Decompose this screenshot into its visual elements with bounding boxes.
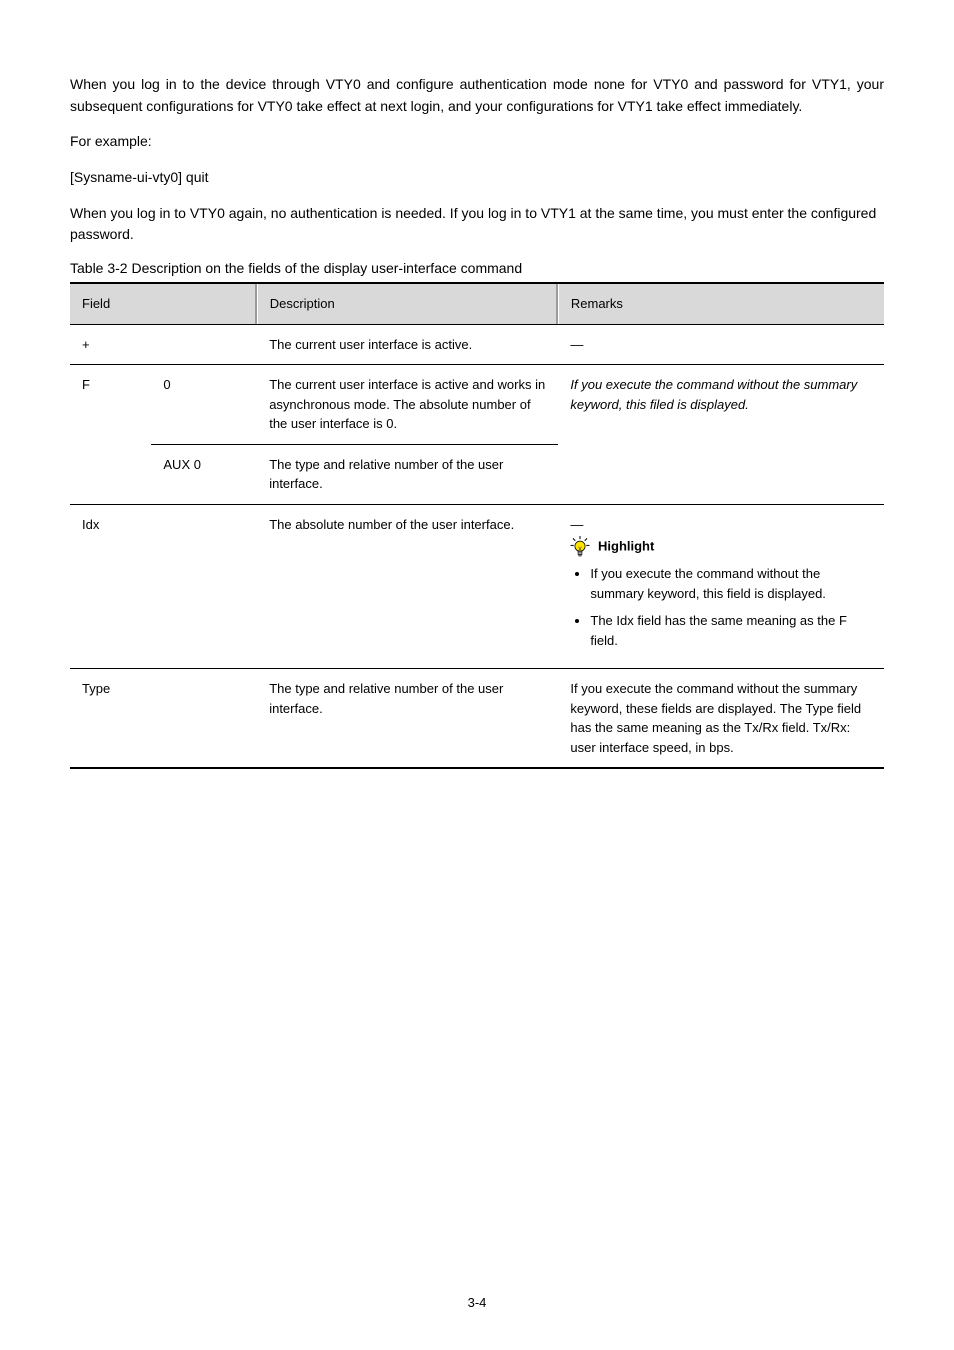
- cell-field: +: [70, 324, 257, 365]
- th-description: Description: [257, 283, 558, 324]
- table-row: Idx The absolute number of the user inte…: [70, 504, 884, 669]
- remarks-dash: —: [570, 515, 874, 535]
- highlight-label: Highlight: [598, 539, 654, 554]
- table-head: Field Description Remarks: [70, 283, 884, 324]
- lightbulb-icon: [570, 536, 590, 558]
- intro-paragraph: When you log in to the device through VT…: [70, 74, 884, 117]
- intro-paragraph-2: When you log in to VTY0 again, no authen…: [70, 203, 884, 246]
- table-row: F 0 The current user interface is active…: [70, 365, 884, 445]
- cell-field: Type: [70, 669, 257, 769]
- th-remarks: Remarks: [558, 283, 884, 324]
- remarks-text: If you execute the command without the s…: [570, 377, 857, 412]
- example-command-line: [Sysname-ui-vty0] quit: [70, 167, 884, 189]
- cell-remarks: —: [558, 504, 884, 669]
- table-header-row: Field Description Remarks: [70, 283, 884, 324]
- cell-remarks: If you execute the command without the s…: [558, 669, 884, 769]
- spec-table: Field Description Remarks + The current …: [70, 282, 884, 769]
- highlight-list: If you execute the command without the s…: [570, 564, 874, 650]
- cell-field: Idx: [70, 504, 257, 669]
- cell-description: The current user interface is active and…: [257, 365, 558, 445]
- table-body: + The current user interface is active. …: [70, 324, 884, 768]
- cell-field-a: F: [70, 365, 151, 505]
- table-caption: Table 3-2 Description on the fields of t…: [70, 260, 884, 276]
- cell-remarks: —: [558, 324, 884, 365]
- cell-field-b: 0: [151, 365, 257, 445]
- cell-remarks: If you execute the command without the s…: [558, 365, 884, 505]
- cell-description: The type and relative number of the user…: [257, 669, 558, 769]
- page: When you log in to the device through VT…: [0, 0, 954, 1350]
- list-item: The Idx field has the same meaning as th…: [590, 611, 874, 650]
- cell-description: The type and relative number of the user…: [257, 444, 558, 504]
- page-number: 3-4: [0, 1295, 954, 1310]
- table-row: + The current user interface is active. …: [70, 324, 884, 365]
- cell-field-b: AUX 0: [151, 444, 257, 504]
- list-item: If you execute the command without the s…: [590, 564, 874, 603]
- example-label: For example:: [70, 131, 884, 153]
- cell-description: The current user interface is active.: [257, 324, 558, 365]
- th-field: Field: [70, 283, 257, 324]
- cell-description: The absolute number of the user interfac…: [257, 504, 558, 669]
- table-row: Type The type and relative number of the…: [70, 669, 884, 769]
- highlight-block: Highlight If you execute the command wit…: [570, 536, 874, 650]
